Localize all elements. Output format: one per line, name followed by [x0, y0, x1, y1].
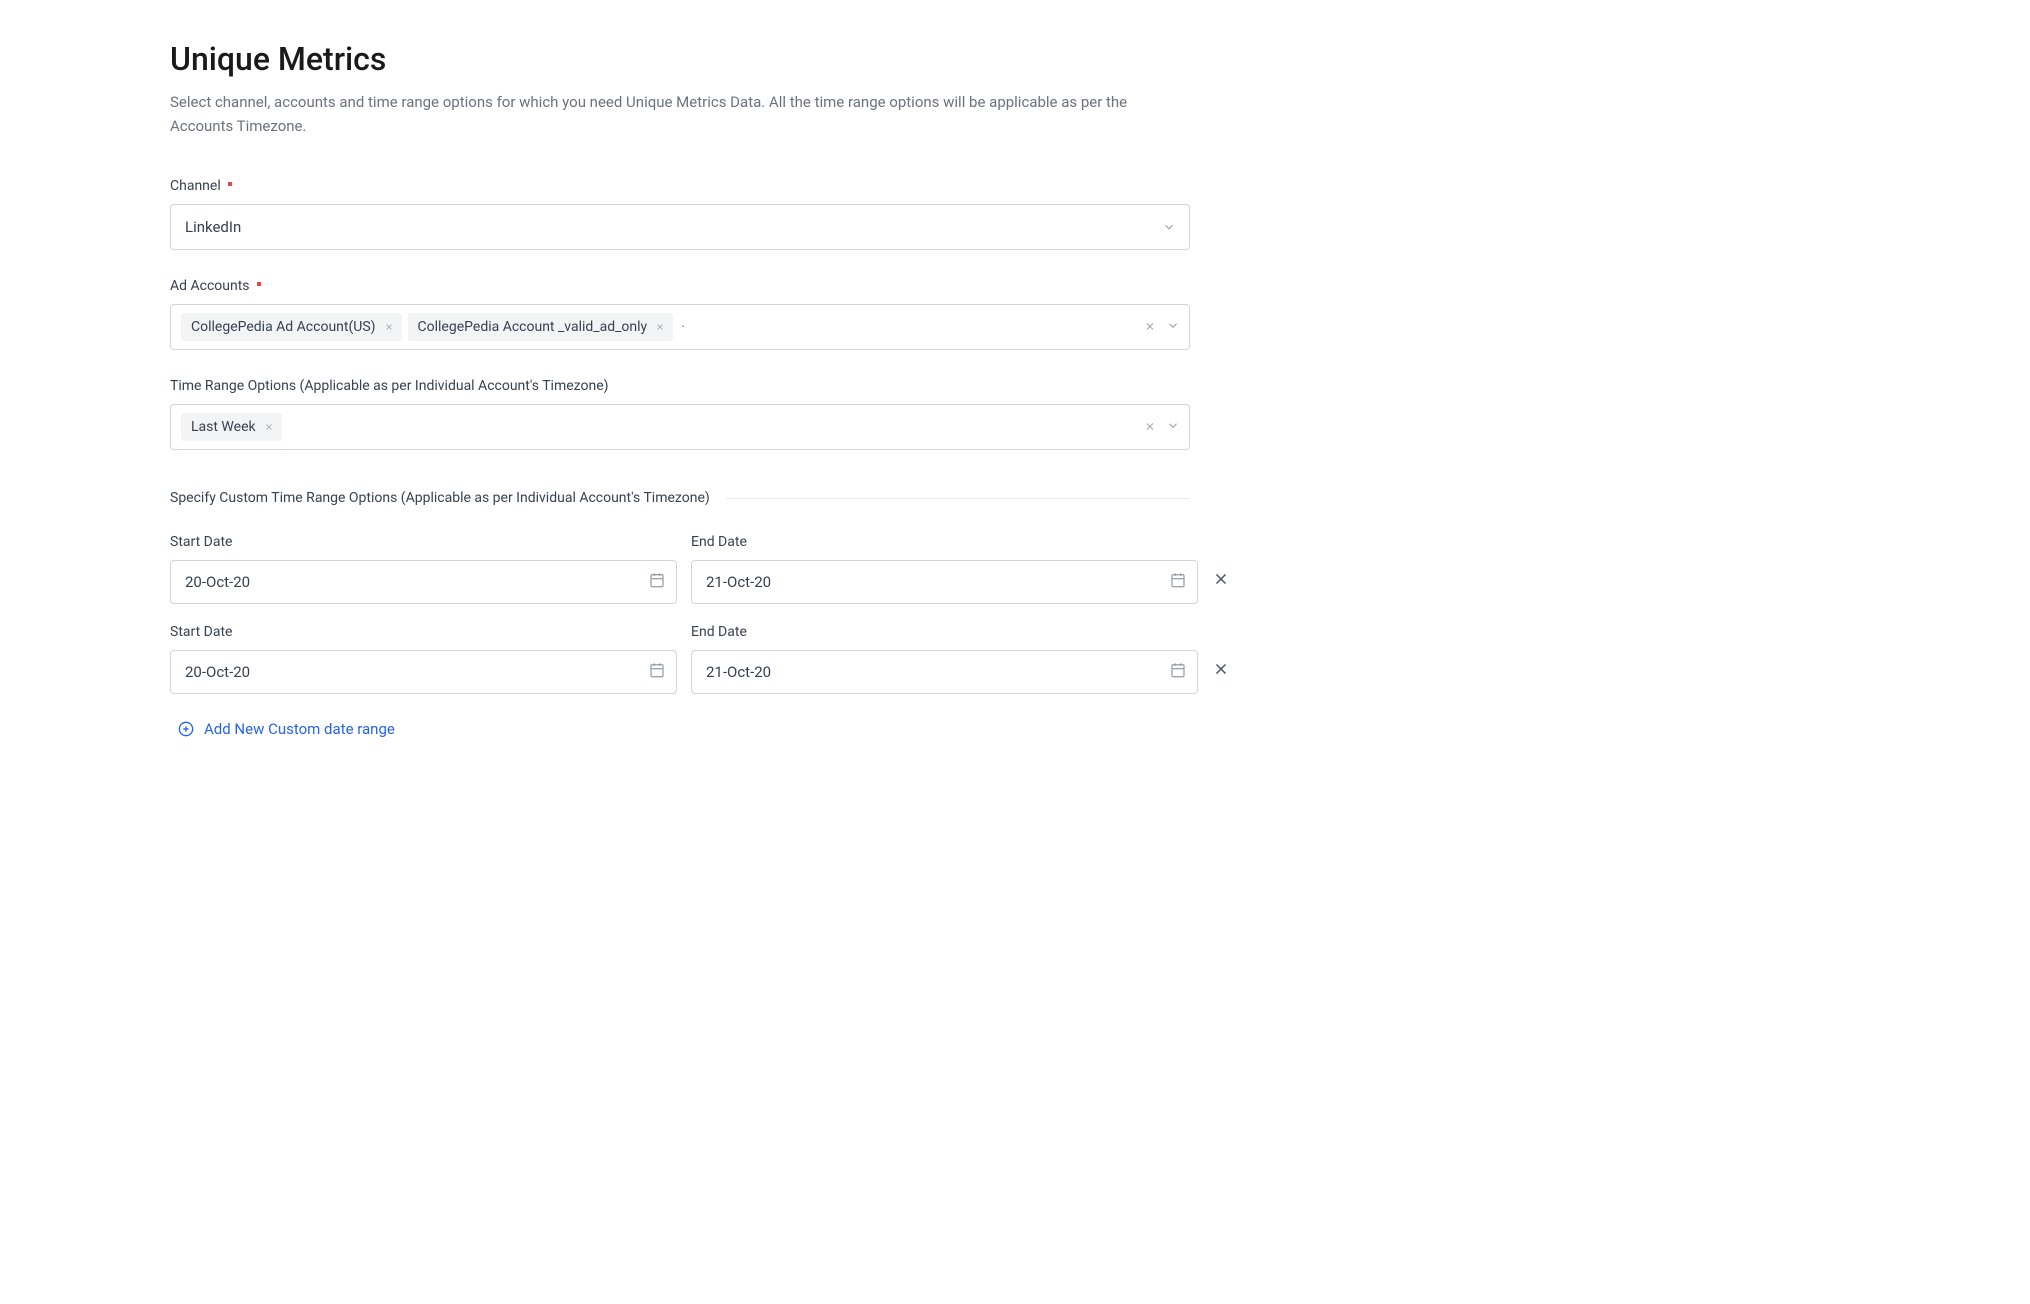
end-date-label: End Date [691, 534, 1198, 550]
page-description: Select channel, accounts and time range … [170, 90, 1190, 138]
required-indicator [228, 182, 232, 186]
plus-circle-icon [178, 721, 194, 737]
page-title: Unique Metrics [170, 40, 1860, 78]
close-icon [655, 322, 665, 332]
close-icon [1144, 421, 1156, 433]
start-date-input[interactable]: 20-Oct-20 [170, 650, 677, 694]
close-icon [1144, 321, 1156, 333]
remove-date-range-button[interactable] [1212, 660, 1230, 694]
ad-account-tag: CollegePedia Account _valid_ad_only [408, 313, 674, 341]
dropdown-toggle[interactable] [1166, 318, 1180, 337]
more-indicator: · [681, 319, 685, 335]
start-date-input[interactable]: 20-Oct-20 [170, 560, 677, 604]
custom-range-section-header: Specify Custom Time Range Options (Appli… [170, 490, 1190, 506]
dropdown-toggle[interactable] [1166, 418, 1180, 437]
time-range-field-group: Time Range Options (Applicable as per In… [170, 378, 1860, 450]
clear-all-button[interactable] [1144, 318, 1156, 337]
tag-remove-button[interactable] [264, 422, 274, 432]
end-date-value: 21-Oct-20 [691, 650, 1198, 694]
start-date-value: 20-Oct-20 [170, 560, 677, 604]
ad-accounts-select[interactable]: CollegePedia Ad Account(US) CollegePedia… [170, 304, 1190, 350]
remove-date-range-button[interactable] [1212, 570, 1230, 604]
divider-line [726, 498, 1190, 499]
channel-label: Channel [170, 178, 1860, 194]
clear-all-button[interactable] [1144, 418, 1156, 437]
tag-remove-button[interactable] [384, 322, 394, 332]
custom-range-section-label: Specify Custom Time Range Options (Appli… [170, 490, 726, 506]
time-range-label: Time Range Options (Applicable as per In… [170, 378, 1860, 394]
close-icon [264, 422, 274, 432]
end-date-value: 21-Oct-20 [691, 560, 1198, 604]
close-icon [1212, 660, 1230, 678]
close-icon [384, 322, 394, 332]
start-date-value: 20-Oct-20 [170, 650, 677, 694]
add-link-label: Add New Custom date range [204, 720, 395, 738]
custom-date-range-row: Start Date 20-Oct-20 End Date 21-Oct-20 [170, 534, 1230, 604]
ad-accounts-label: Ad Accounts [170, 278, 1860, 294]
end-date-input[interactable]: 21-Oct-20 [691, 650, 1198, 694]
channel-select[interactable]: LinkedIn [170, 204, 1190, 250]
time-range-select[interactable]: Last Week [170, 404, 1190, 450]
chevron-down-icon [1166, 319, 1180, 333]
end-date-label: End Date [691, 624, 1198, 640]
close-icon [1212, 570, 1230, 588]
ad-account-tag: CollegePedia Ad Account(US) [181, 313, 402, 341]
channel-field-group: Channel LinkedIn [170, 178, 1860, 250]
start-date-label: Start Date [170, 624, 677, 640]
add-custom-date-range-button[interactable]: Add New Custom date range [178, 720, 395, 738]
ad-accounts-field-group: Ad Accounts CollegePedia Ad Account(US) … [170, 278, 1860, 350]
tag-remove-button[interactable] [655, 322, 665, 332]
ad-account-tag-label: CollegePedia Ad Account(US) [191, 319, 376, 335]
start-date-label: Start Date [170, 534, 677, 550]
time-range-tag: Last Week [181, 413, 282, 441]
channel-select-value: LinkedIn [170, 204, 1190, 250]
time-range-tag-label: Last Week [191, 419, 256, 435]
custom-date-range-row: Start Date 20-Oct-20 End Date 21-Oct-20 [170, 624, 1230, 694]
ad-account-tag-label: CollegePedia Account _valid_ad_only [418, 319, 648, 335]
ad-accounts-label-text: Ad Accounts [170, 278, 250, 294]
end-date-input[interactable]: 21-Oct-20 [691, 560, 1198, 604]
required-indicator [257, 282, 261, 286]
channel-label-text: Channel [170, 178, 221, 194]
chevron-down-icon [1166, 419, 1180, 433]
